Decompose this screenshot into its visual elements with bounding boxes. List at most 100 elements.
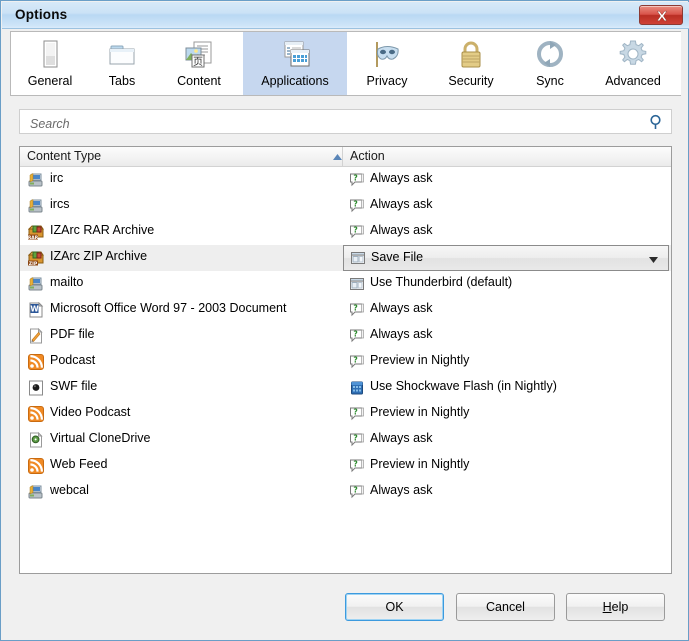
svg-text:?: ? bbox=[353, 460, 357, 469]
save-file-icon bbox=[349, 276, 365, 292]
cell-content-type[interactable]: irc bbox=[20, 167, 342, 193]
action-label: Always ask bbox=[370, 223, 433, 237]
content-type-label: SWF file bbox=[50, 379, 98, 393]
table-row[interactable]: mailto Use Thunderbird (default) bbox=[20, 271, 671, 297]
chevron-down-icon[interactable] bbox=[649, 257, 658, 263]
content-type-label: mailto bbox=[50, 275, 84, 289]
table-row[interactable]: Video Podcast? Preview in Nightly bbox=[20, 401, 671, 427]
rss-feed-icon bbox=[28, 458, 44, 474]
shockwave-icon bbox=[349, 380, 365, 396]
cell-action[interactable]: Use Thunderbird (default) bbox=[342, 271, 671, 297]
svg-text:RAR: RAR bbox=[28, 235, 39, 240]
help-button[interactable]: Help bbox=[566, 593, 665, 621]
cell-action[interactable]: ? Always ask bbox=[342, 427, 671, 453]
tab-tabs[interactable]: Tabs bbox=[89, 32, 155, 95]
tab-sync[interactable]: Sync bbox=[515, 32, 585, 95]
tab-content[interactable]: 页 Content bbox=[155, 32, 243, 95]
cell-content-type[interactable]: Web Feed bbox=[20, 453, 342, 479]
table-row[interactable]: W Microsoft Office Word 97 - 2003 Documen… bbox=[20, 297, 671, 323]
content-type-label: webcal bbox=[50, 483, 89, 497]
tab-privacy[interactable]: Privacy bbox=[347, 32, 427, 95]
cell-action[interactable]: ? Always ask bbox=[342, 323, 671, 349]
action-label: Use Shockwave Flash (in Nightly) bbox=[370, 379, 557, 393]
cell-content-type[interactable]: W Microsoft Office Word 97 - 2003 Documen… bbox=[20, 297, 342, 323]
content-type-label: Virtual CloneDrive bbox=[50, 431, 151, 445]
cell-content-type[interactable]: RAR IZArc RAR Archive bbox=[20, 219, 342, 245]
table-row[interactable]: SWF file Use Shockwave Flash (in Nightly) bbox=[20, 375, 671, 401]
cell-action[interactable]: ? Preview in Nightly bbox=[342, 453, 671, 479]
table-row[interactable]: irc? Always ask bbox=[20, 167, 671, 193]
cell-action[interactable]: ? Always ask bbox=[342, 193, 671, 219]
swf-file-icon bbox=[28, 380, 44, 396]
tab-general[interactable]: General bbox=[11, 32, 89, 95]
ok-button[interactable]: OK bbox=[345, 593, 444, 621]
cell-content-type[interactable]: ircs bbox=[20, 193, 342, 219]
network-protocol-icon bbox=[28, 276, 44, 292]
table-row[interactable]: Virtual CloneDrive ? Always ask bbox=[20, 427, 671, 453]
rss-feed-icon bbox=[28, 406, 44, 422]
table-row[interactable]: webcal? Always ask bbox=[20, 479, 671, 505]
action-label: Preview in Nightly bbox=[370, 405, 470, 419]
save-file-icon bbox=[350, 250, 366, 266]
applications-icon bbox=[278, 38, 312, 72]
cell-content-type[interactable]: webcal bbox=[20, 479, 342, 505]
cell-action[interactable]: ? Always ask bbox=[342, 479, 671, 505]
table-row[interactable]: RAR IZArc RAR Archive? Always ask bbox=[20, 219, 671, 245]
action-label: Always ask bbox=[370, 301, 433, 315]
search-input[interactable] bbox=[28, 114, 642, 133]
cell-action[interactable]: ? Always ask bbox=[342, 167, 671, 193]
always-ask-icon: ? bbox=[349, 172, 365, 188]
table-row[interactable]: ircs ? Always ask bbox=[20, 193, 671, 219]
window-title: Options bbox=[15, 7, 68, 22]
table-row[interactable]: ZIP IZArc ZIP Archive Save File bbox=[20, 245, 671, 271]
action-label: Always ask bbox=[370, 483, 433, 497]
table-row[interactable]: Podcast? Preview in Nightly bbox=[20, 349, 671, 375]
action-label: Use Thunderbird (default) bbox=[370, 275, 513, 289]
always-ask-icon: ? bbox=[349, 432, 365, 448]
izarc-zip-icon: ZIP bbox=[28, 250, 44, 266]
tab-applications[interactable]: Applications bbox=[243, 32, 347, 95]
search-box[interactable] bbox=[19, 109, 672, 134]
pdf-file-icon bbox=[28, 328, 44, 344]
action-label: Preview in Nightly bbox=[370, 457, 470, 471]
column-separator[interactable] bbox=[342, 147, 343, 167]
cell-content-type[interactable]: Podcast bbox=[20, 349, 342, 375]
action-dropdown[interactable]: Save File bbox=[343, 245, 669, 271]
help-suffix: elp bbox=[611, 600, 629, 614]
content-type-label: ircs bbox=[50, 197, 70, 211]
cell-action[interactable]: ? Preview in Nightly bbox=[342, 401, 671, 427]
cell-action[interactable]: ? Preview in Nightly bbox=[342, 349, 671, 375]
cell-content-type[interactable]: SWF file bbox=[20, 375, 342, 401]
table-row[interactable]: Web Feed? Preview in Nightly bbox=[20, 453, 671, 479]
action-label: Save File bbox=[371, 250, 424, 264]
tab-label: Security bbox=[448, 74, 494, 88]
tab-label: Tabs bbox=[108, 74, 136, 88]
always-ask-icon: ? bbox=[349, 406, 365, 422]
column-header-action[interactable]: Action bbox=[350, 149, 385, 163]
cell-action[interactable]: Use Shockwave Flash (in Nightly) bbox=[342, 375, 671, 401]
advanced-gear-icon bbox=[617, 38, 649, 72]
tab-advanced[interactable]: Advanced bbox=[585, 32, 681, 95]
search-magnifier-icon[interactable] bbox=[649, 114, 664, 130]
table-row[interactable]: PDF file? Always ask bbox=[20, 323, 671, 349]
cell-content-type[interactable]: ZIP IZArc ZIP Archive bbox=[20, 245, 342, 271]
cell-content-type[interactable]: Virtual CloneDrive bbox=[20, 427, 342, 453]
tab-label: Content bbox=[177, 74, 221, 88]
cell-action[interactable]: ? Always ask bbox=[342, 219, 671, 245]
sort-ascending-arrow-icon bbox=[333, 154, 342, 160]
help-button-label: Help bbox=[603, 600, 629, 614]
cell-action[interactable]: ? Always ask bbox=[342, 297, 671, 323]
column-header-content-type[interactable]: Content Type bbox=[27, 149, 101, 163]
svg-text:?: ? bbox=[353, 486, 357, 495]
content-type-label: IZArc ZIP Archive bbox=[50, 249, 148, 263]
cell-content-type[interactable]: mailto bbox=[20, 271, 342, 297]
always-ask-icon: ? bbox=[349, 302, 365, 318]
content-page-icon: 页 bbox=[182, 38, 216, 72]
cell-content-type[interactable]: PDF file bbox=[20, 323, 342, 349]
tab-label: Privacy bbox=[366, 74, 408, 88]
cell-action[interactable]: Save File bbox=[342, 245, 671, 271]
tab-security[interactable]: Security bbox=[427, 32, 515, 95]
cancel-button[interactable]: Cancel bbox=[456, 593, 555, 621]
close-button[interactable] bbox=[639, 5, 683, 25]
cell-content-type[interactable]: Video Podcast bbox=[20, 401, 342, 427]
